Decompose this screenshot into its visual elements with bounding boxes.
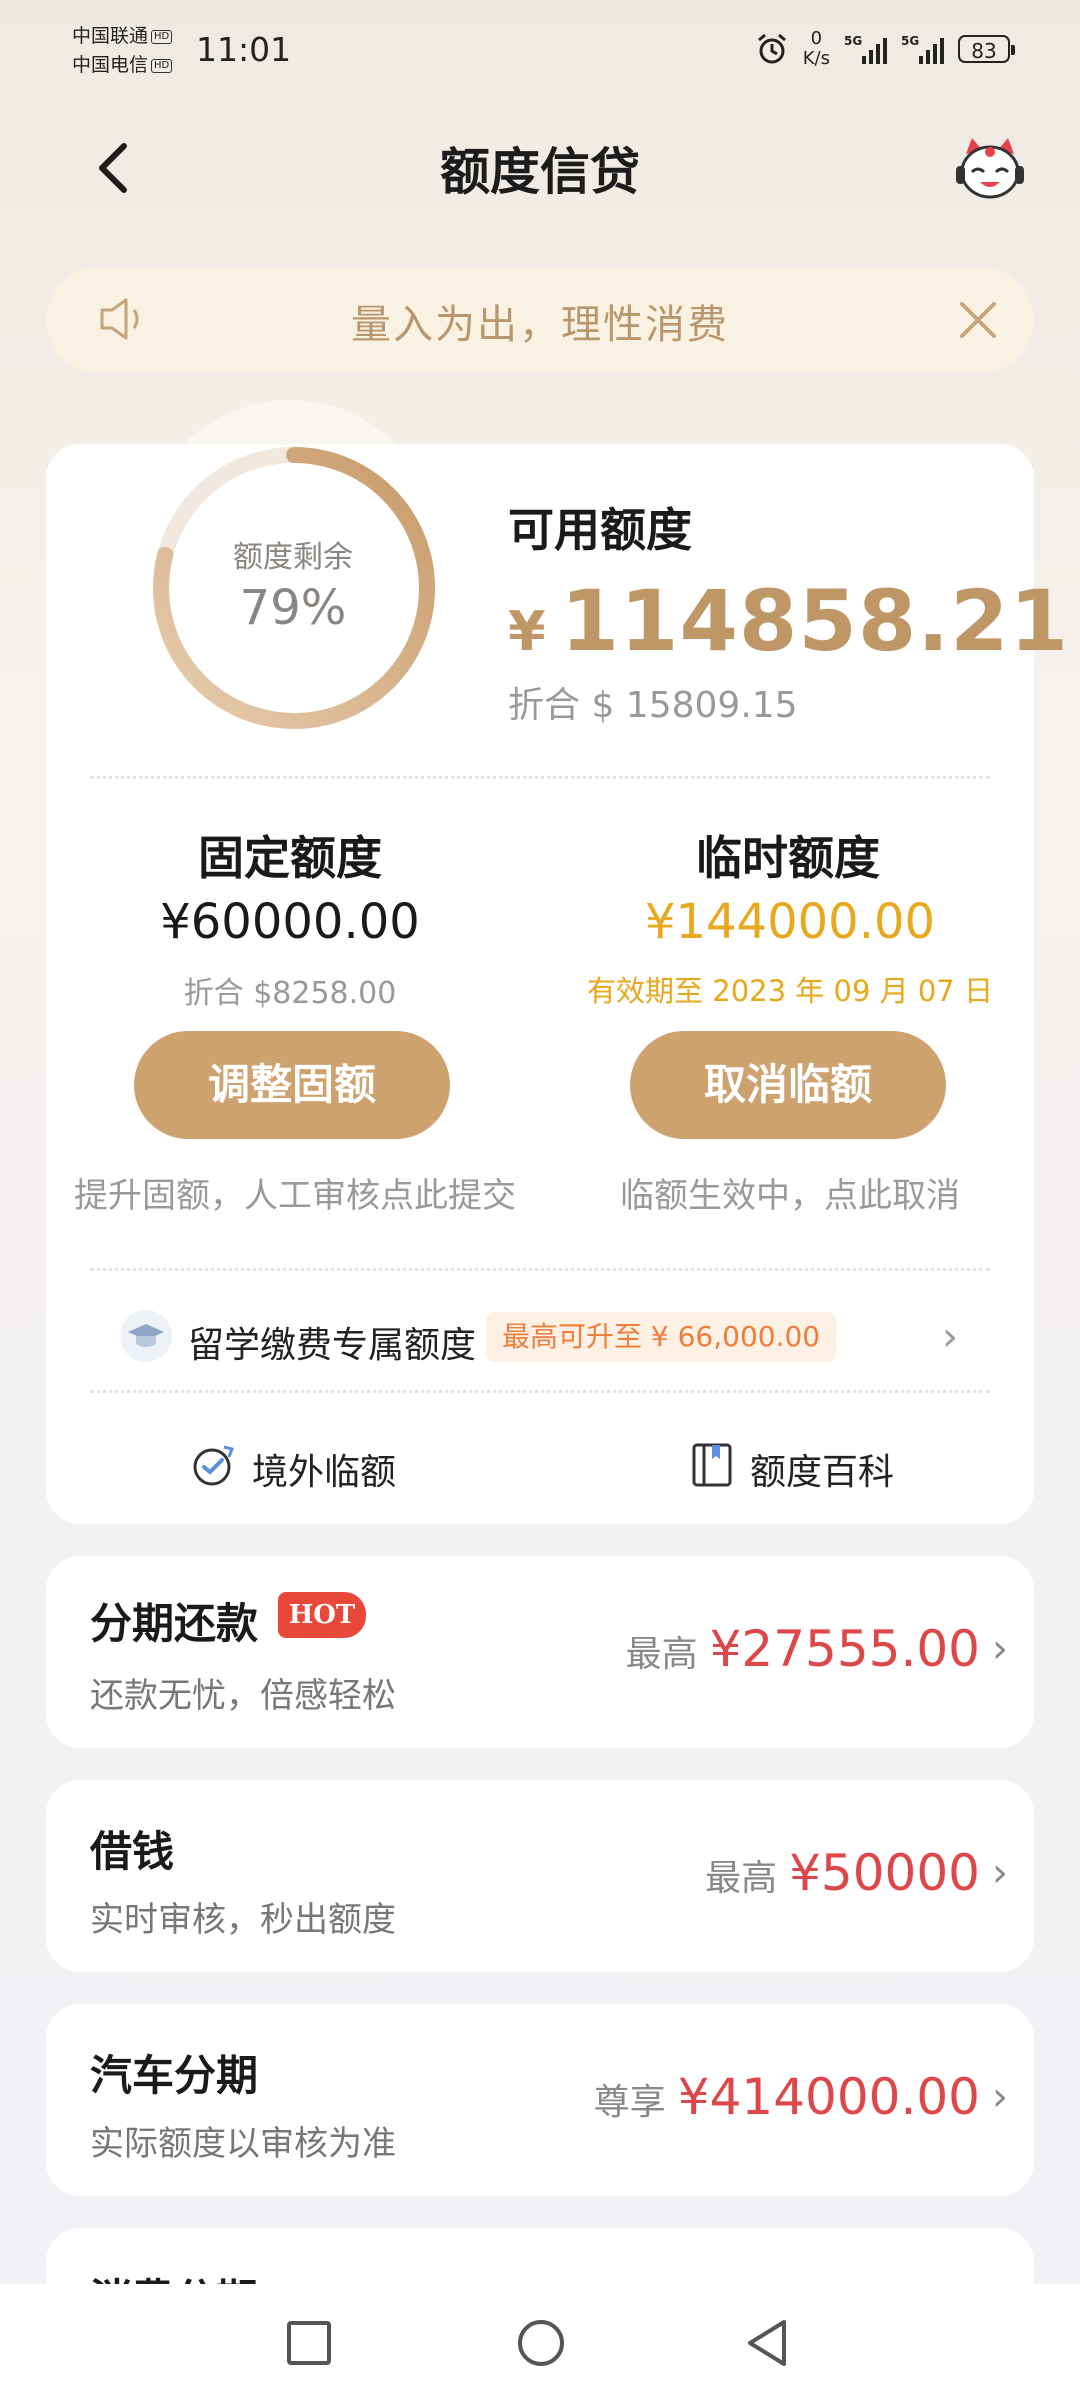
close-icon[interactable]	[956, 298, 1000, 342]
notice-text: 量入为出，理性消费	[351, 302, 729, 348]
home-button[interactable]	[516, 2318, 566, 2368]
cancel-temp-button[interactable]: 取消临额	[630, 1031, 946, 1139]
adjust-fixed-button[interactable]: 调整固额	[134, 1031, 450, 1139]
carrier-info: 中国联通 HD 中国电信 HD	[72, 22, 173, 80]
overseas-limit-icon	[193, 1445, 234, 1486]
product-amount: 最高 ¥50000	[705, 1844, 980, 1902]
study-limit-badge: 最高可升至 ¥ 66,000.00	[486, 1312, 837, 1362]
product-title: 汽车分期	[90, 2051, 259, 2100]
divider	[90, 1268, 990, 1271]
fixed-hint[interactable]: 提升固额，人工审核点此提交	[50, 1168, 540, 1217]
limit-encyclopedia-label: 额度百科	[750, 1452, 895, 1493]
fixed-limit-label: 固定额度	[198, 831, 382, 885]
product-title: 借钱	[90, 1827, 175, 1876]
product-subtitle: 实时审核，秒出额度	[90, 1900, 396, 1940]
status-icons: 0 K/s 5G 5G 83	[755, 24, 1015, 74]
overseas-limit-label: 境外临额	[252, 1452, 397, 1493]
carrier-1: 中国联通	[72, 25, 149, 47]
available-label: 可用额度	[508, 503, 692, 557]
battery-icon: 83	[958, 35, 1015, 63]
recent-apps-button[interactable]	[286, 2320, 332, 2366]
temp-limit-label: 临时额度	[696, 831, 880, 885]
fixed-limit-usd: 折合 $8258.00	[183, 976, 397, 1011]
product-subtitle: 实际额度以审核为准	[90, 2124, 396, 2164]
hot-badge: HOT	[278, 1592, 366, 1638]
signal-icon-2: 5G	[901, 34, 944, 64]
divider	[90, 776, 990, 779]
hd-badge-2: HD	[151, 58, 173, 73]
overseas-limit-link[interactable]: 境外临额	[190, 1437, 430, 1497]
book-icon	[692, 1443, 732, 1487]
study-abroad-limit[interactable]: 留学缴费专属额度	[188, 1316, 476, 1368]
product-subtitle: 还款无忧，倍感轻松	[90, 1676, 396, 1716]
signal-icon-1: 5G	[844, 34, 887, 64]
ring-percent: 79%	[239, 580, 347, 636]
graduation-cap-icon	[120, 1310, 172, 1362]
divider	[90, 1390, 990, 1393]
hd-badge-1: HD	[151, 29, 173, 44]
chevron-right-icon[interactable]: ›	[992, 2074, 1008, 2120]
net-speed: 0 K/s	[802, 28, 830, 69]
carrier-2: 中国电信	[72, 54, 149, 76]
temp-limit-amount: ¥144000.00	[644, 894, 936, 950]
ring-label: 额度剩余	[233, 540, 353, 575]
chevron-right-icon[interactable]: ›	[992, 1850, 1008, 1896]
available-usd: 折合 $ 15809.15	[508, 685, 798, 726]
clock: 11:01	[196, 30, 292, 69]
chevron-right-icon[interactable]: ›	[942, 1314, 958, 1360]
chevron-right-icon[interactable]: ›	[992, 1626, 1008, 1672]
alarm-icon	[757, 33, 786, 64]
fixed-limit-amount: ¥60000.00	[160, 894, 420, 950]
product-title: 分期还款	[90, 1599, 259, 1648]
back-nav-button[interactable]	[744, 2318, 792, 2368]
product-amount: 尊享 ¥414000.00	[593, 2068, 980, 2126]
available-amount: ¥114858.21	[508, 572, 1070, 670]
product-amount: 最高 ¥27555.00	[625, 1620, 980, 1678]
temp-limit-validity: 有效期至 2023 年 09 月 07 日	[587, 974, 993, 1008]
page-title: 额度信贷	[440, 143, 640, 201]
limit-encyclopedia-link[interactable]: 额度百科	[688, 1437, 928, 1497]
mascot-avatar-icon[interactable]	[952, 132, 1028, 208]
temp-hint[interactable]: 临额生效中，点此取消	[560, 1168, 1020, 1217]
